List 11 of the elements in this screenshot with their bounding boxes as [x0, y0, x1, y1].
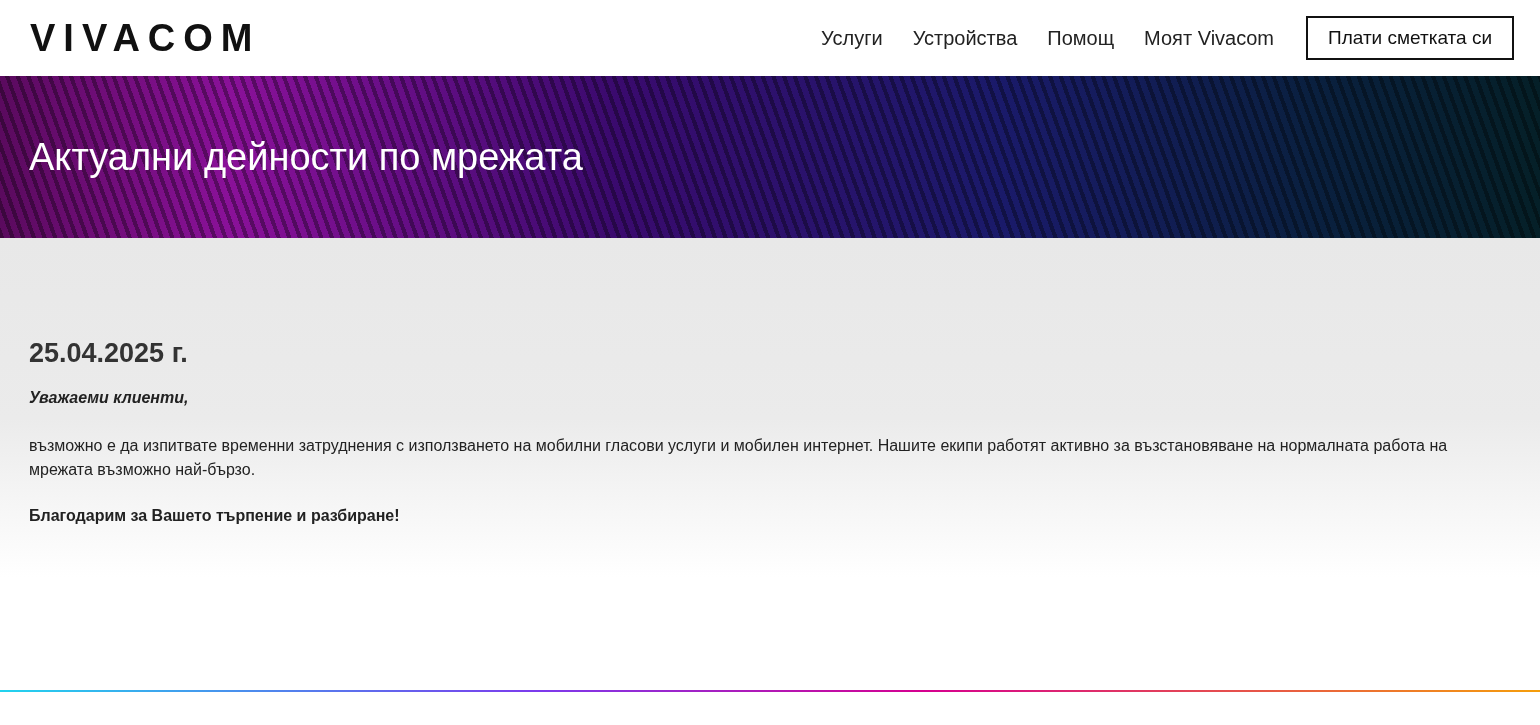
- vivacom-logo[interactable]: VIVACOM: [30, 19, 261, 57]
- page-title: Актуални дейности по мрежата: [29, 138, 583, 176]
- nav-link[interactable]: Моят Vivacom: [1144, 23, 1274, 53]
- nav-link[interactable]: Помощ: [1047, 23, 1115, 53]
- closing-text: Благодарим за Вашето търпение и разбиране!: [29, 505, 401, 526]
- pay-bill-button[interactable]: Плати сметката си: [1306, 16, 1514, 60]
- greeting-text: Уважаеми клиенти,: [29, 387, 190, 408]
- nav-link[interactable]: Услуги: [821, 23, 883, 53]
- notice-text: възможно е да изпитвате временни затруднения с използването на мобилни гласови услуги и мобилен интернет. Нашите екипи работят активно за възстановяване на нормалната работа на мрежата възможно най-бързо.: [29, 435, 1449, 480]
- notice-date: 25.04.2025 г.: [29, 337, 189, 370]
- nav-link[interactable]: Устройства: [912, 23, 1018, 53]
